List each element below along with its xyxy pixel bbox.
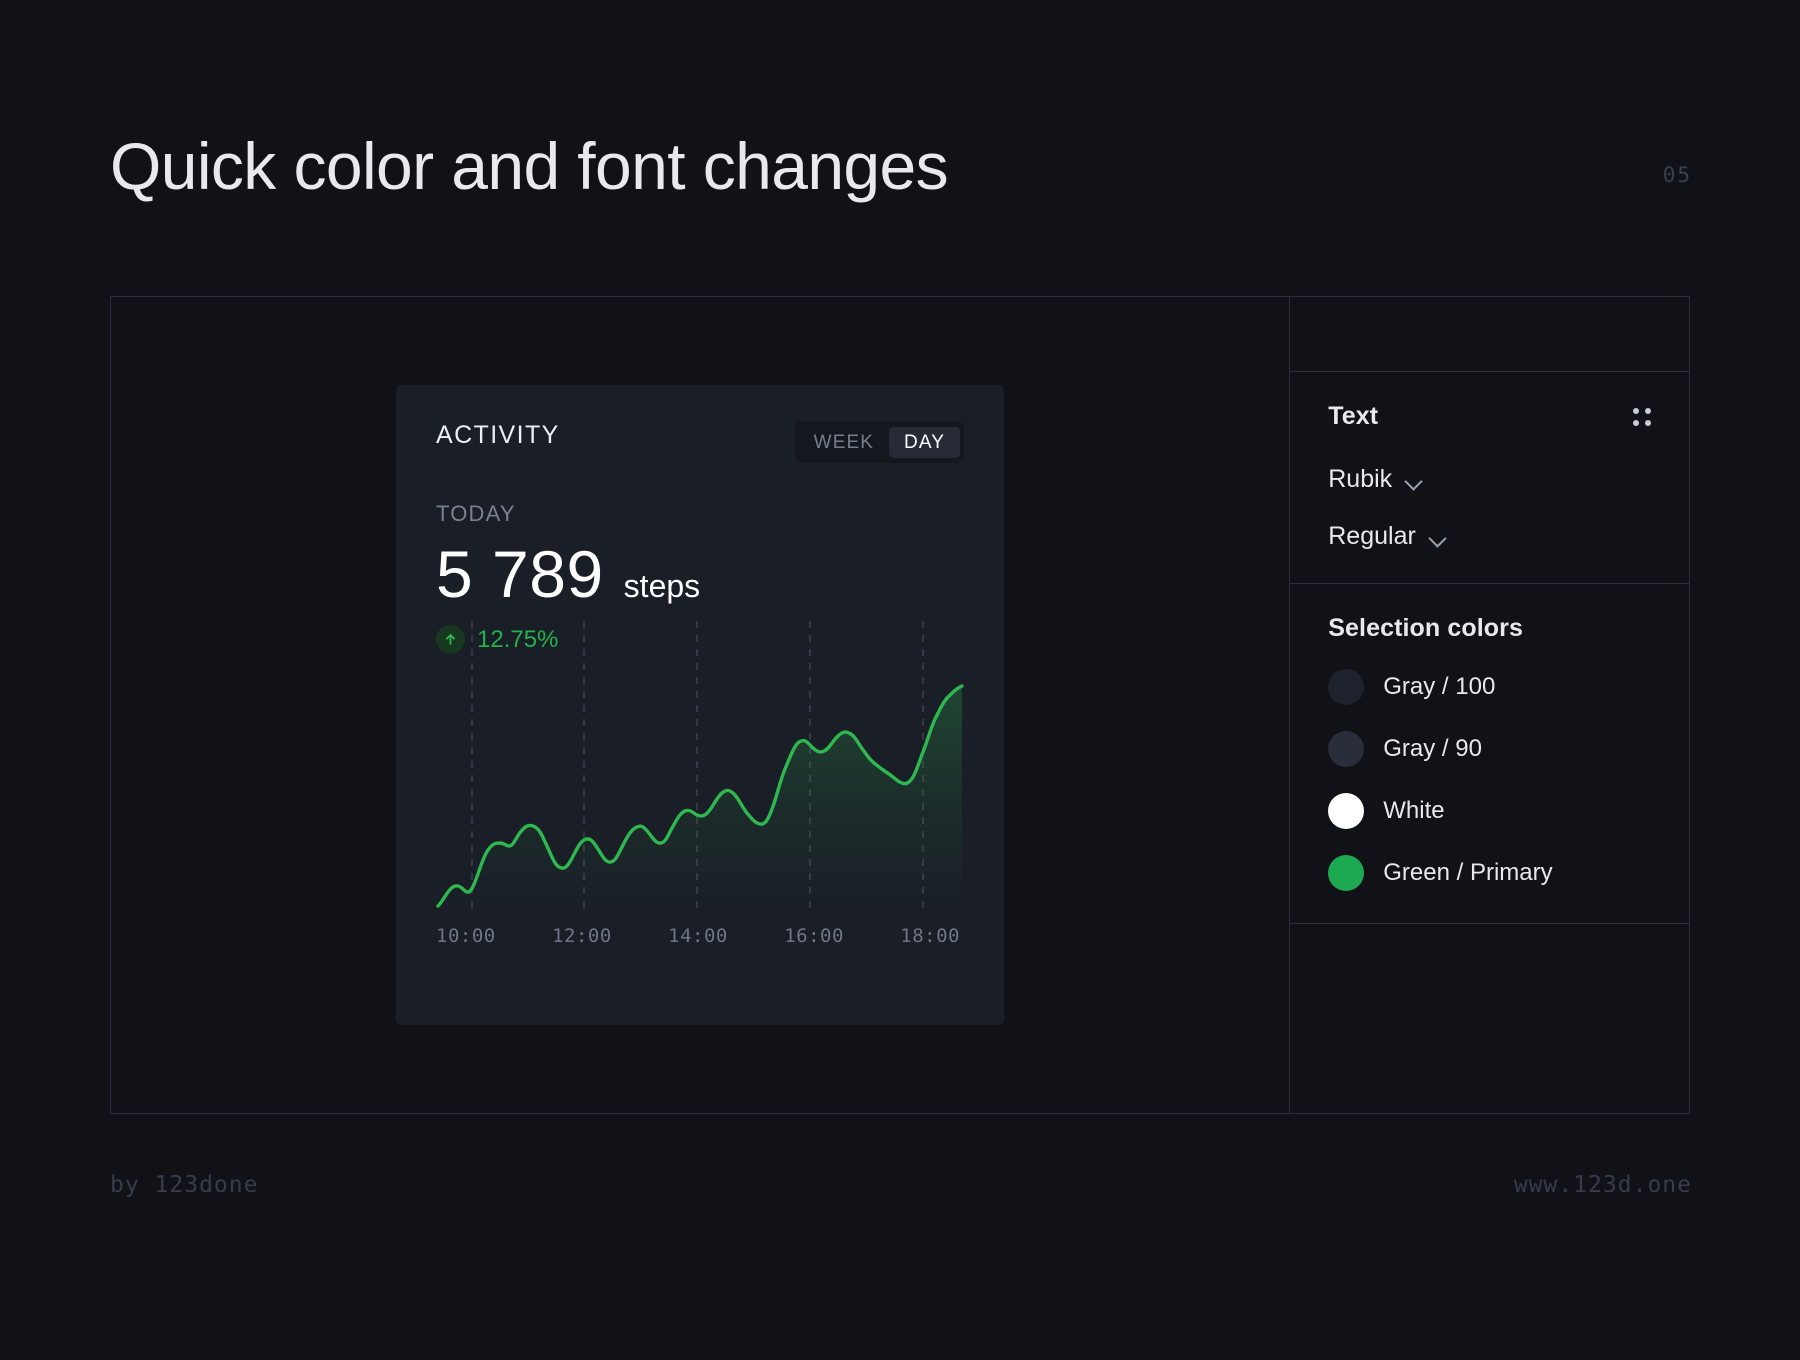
color-swatch-label: White: [1383, 797, 1445, 824]
color-swatch-item[interactable]: Green / Primary: [1328, 855, 1651, 891]
chevron-down-icon: [1429, 532, 1446, 542]
panel-spacer-bottom: [1290, 924, 1689, 1113]
activity-card-title: ACTIVITY: [436, 421, 560, 449]
x-tick: 14:00: [668, 925, 728, 947]
period-toggle[interactable]: WEEK DAY: [794, 421, 964, 463]
activity-card[interactable]: ACTIVITY WEEK DAY TODAY 5 789 steps 12.7…: [396, 385, 1004, 1025]
color-swatch-label: Gray / 100: [1383, 673, 1496, 700]
activity-chart: [436, 621, 964, 911]
color-swatch-item[interactable]: Gray / 90: [1328, 731, 1651, 767]
grid-dots-icon[interactable]: [1633, 407, 1651, 426]
font-weight-dropdown[interactable]: Regular: [1328, 522, 1651, 551]
text-section-header: Text: [1328, 402, 1651, 431]
text-section-title: Text: [1328, 402, 1379, 430]
footer-credit: by 123done: [110, 1172, 259, 1198]
activity-card-header: ACTIVITY WEEK DAY: [436, 421, 964, 463]
x-tick: 18:00: [900, 925, 960, 947]
steps-value: 5 789: [436, 537, 604, 611]
content-frame: ACTIVITY WEEK DAY TODAY 5 789 steps 12.7…: [110, 296, 1690, 1114]
canvas-area: ACTIVITY WEEK DAY TODAY 5 789 steps 12.7…: [111, 297, 1291, 1113]
selection-colors-title: Selection colors: [1328, 614, 1523, 642]
metric-row: 5 789 steps: [436, 541, 964, 607]
footer-url: www.123d.one: [1513, 1172, 1692, 1198]
toggle-option-week[interactable]: WEEK: [799, 427, 889, 458]
page-title: Quick color and font changes: [110, 129, 949, 203]
x-tick: 12:00: [552, 925, 612, 947]
chart-x-axis: 10:00 12:00 14:00 16:00 18:00: [436, 925, 964, 947]
page-number: 05: [1662, 163, 1692, 187]
color-swatch-icon: [1328, 669, 1365, 705]
font-family-dropdown[interactable]: Rubik: [1328, 465, 1651, 494]
color-swatch-icon: [1328, 793, 1365, 829]
chart-area-fill: [438, 686, 962, 911]
text-section: Text Rubik Regular: [1290, 372, 1689, 584]
selection-colors-section: Selection colors Gray / 100 Gray / 90 Wh…: [1290, 584, 1689, 924]
x-tick: 16:00: [784, 925, 844, 947]
chevron-down-icon: [1405, 475, 1422, 485]
x-tick: 10:00: [436, 925, 496, 947]
font-weight-value: Regular: [1328, 522, 1416, 550]
panel-spacer-top: [1290, 297, 1689, 372]
steps-unit: steps: [623, 568, 701, 604]
color-swatch-icon: [1328, 731, 1365, 767]
period-label: TODAY: [436, 501, 516, 526]
font-family-value: Rubik: [1328, 465, 1393, 493]
slide-root: Quick color and font changes 05 ACTIVITY…: [0, 0, 1800, 1360]
inspector-panel: Text Rubik Regular Selection colors Gray…: [1290, 297, 1689, 1113]
color-swatch-item[interactable]: White: [1328, 793, 1651, 829]
color-swatch-label: Green / Primary: [1383, 859, 1553, 886]
color-swatch-label: Gray / 90: [1383, 735, 1482, 762]
color-swatch-item[interactable]: Gray / 100: [1328, 669, 1651, 705]
toggle-option-day[interactable]: DAY: [889, 426, 960, 458]
color-swatch-icon: [1328, 855, 1365, 891]
